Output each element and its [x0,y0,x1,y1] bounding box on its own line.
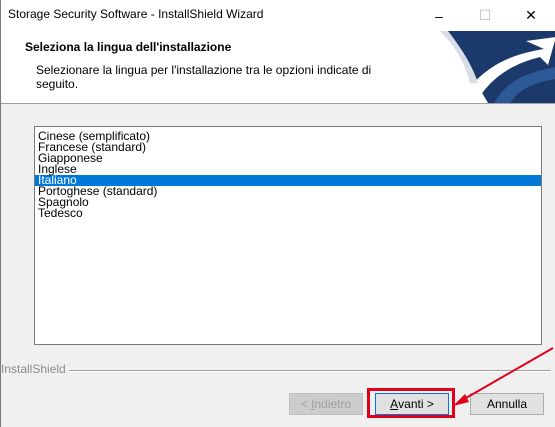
language-item[interactable]: Francese (standard) [35,141,541,153]
back-button[interactable]: < Indietro [289,393,363,415]
header-title: Seleziona la lingua dell'installazione [25,40,232,54]
window-title: Storage Security Software - InstallShiel… [8,7,264,21]
language-item[interactable]: Inglese [35,163,541,175]
wizard-header: Seleziona la lingua dell'installazione S… [1,31,555,104]
close-button[interactable]: ✕ [508,0,554,31]
language-item[interactable]: Spagnolo [35,196,541,208]
language-item[interactable]: Tedesco [35,207,541,219]
back-button-rest: ndietro [314,397,352,411]
maximize-button[interactable]: ☐ [462,0,508,31]
installshield-brand-label: InstallShield [1,362,66,376]
language-list: Cinese (semplificato) Francese (standard)… [35,130,541,219]
installer-window: Storage Security Software - InstallShiel… [0,0,555,427]
header-description: Selezionare la lingua per l'installazion… [36,63,372,91]
minimize-button[interactable]: – [416,0,462,31]
arrow-icon [453,347,554,406]
language-item[interactable]: Giapponese [35,152,541,164]
title-bar: Storage Security Software - InstallShiel… [1,0,555,31]
language-item[interactable]: Portoghese (standard) [35,185,541,197]
back-button-prefix: < [300,397,312,411]
language-listbox[interactable]: Cinese (semplificato) Francese (standard)… [34,126,542,345]
installshield-logo-icon [440,31,555,103]
